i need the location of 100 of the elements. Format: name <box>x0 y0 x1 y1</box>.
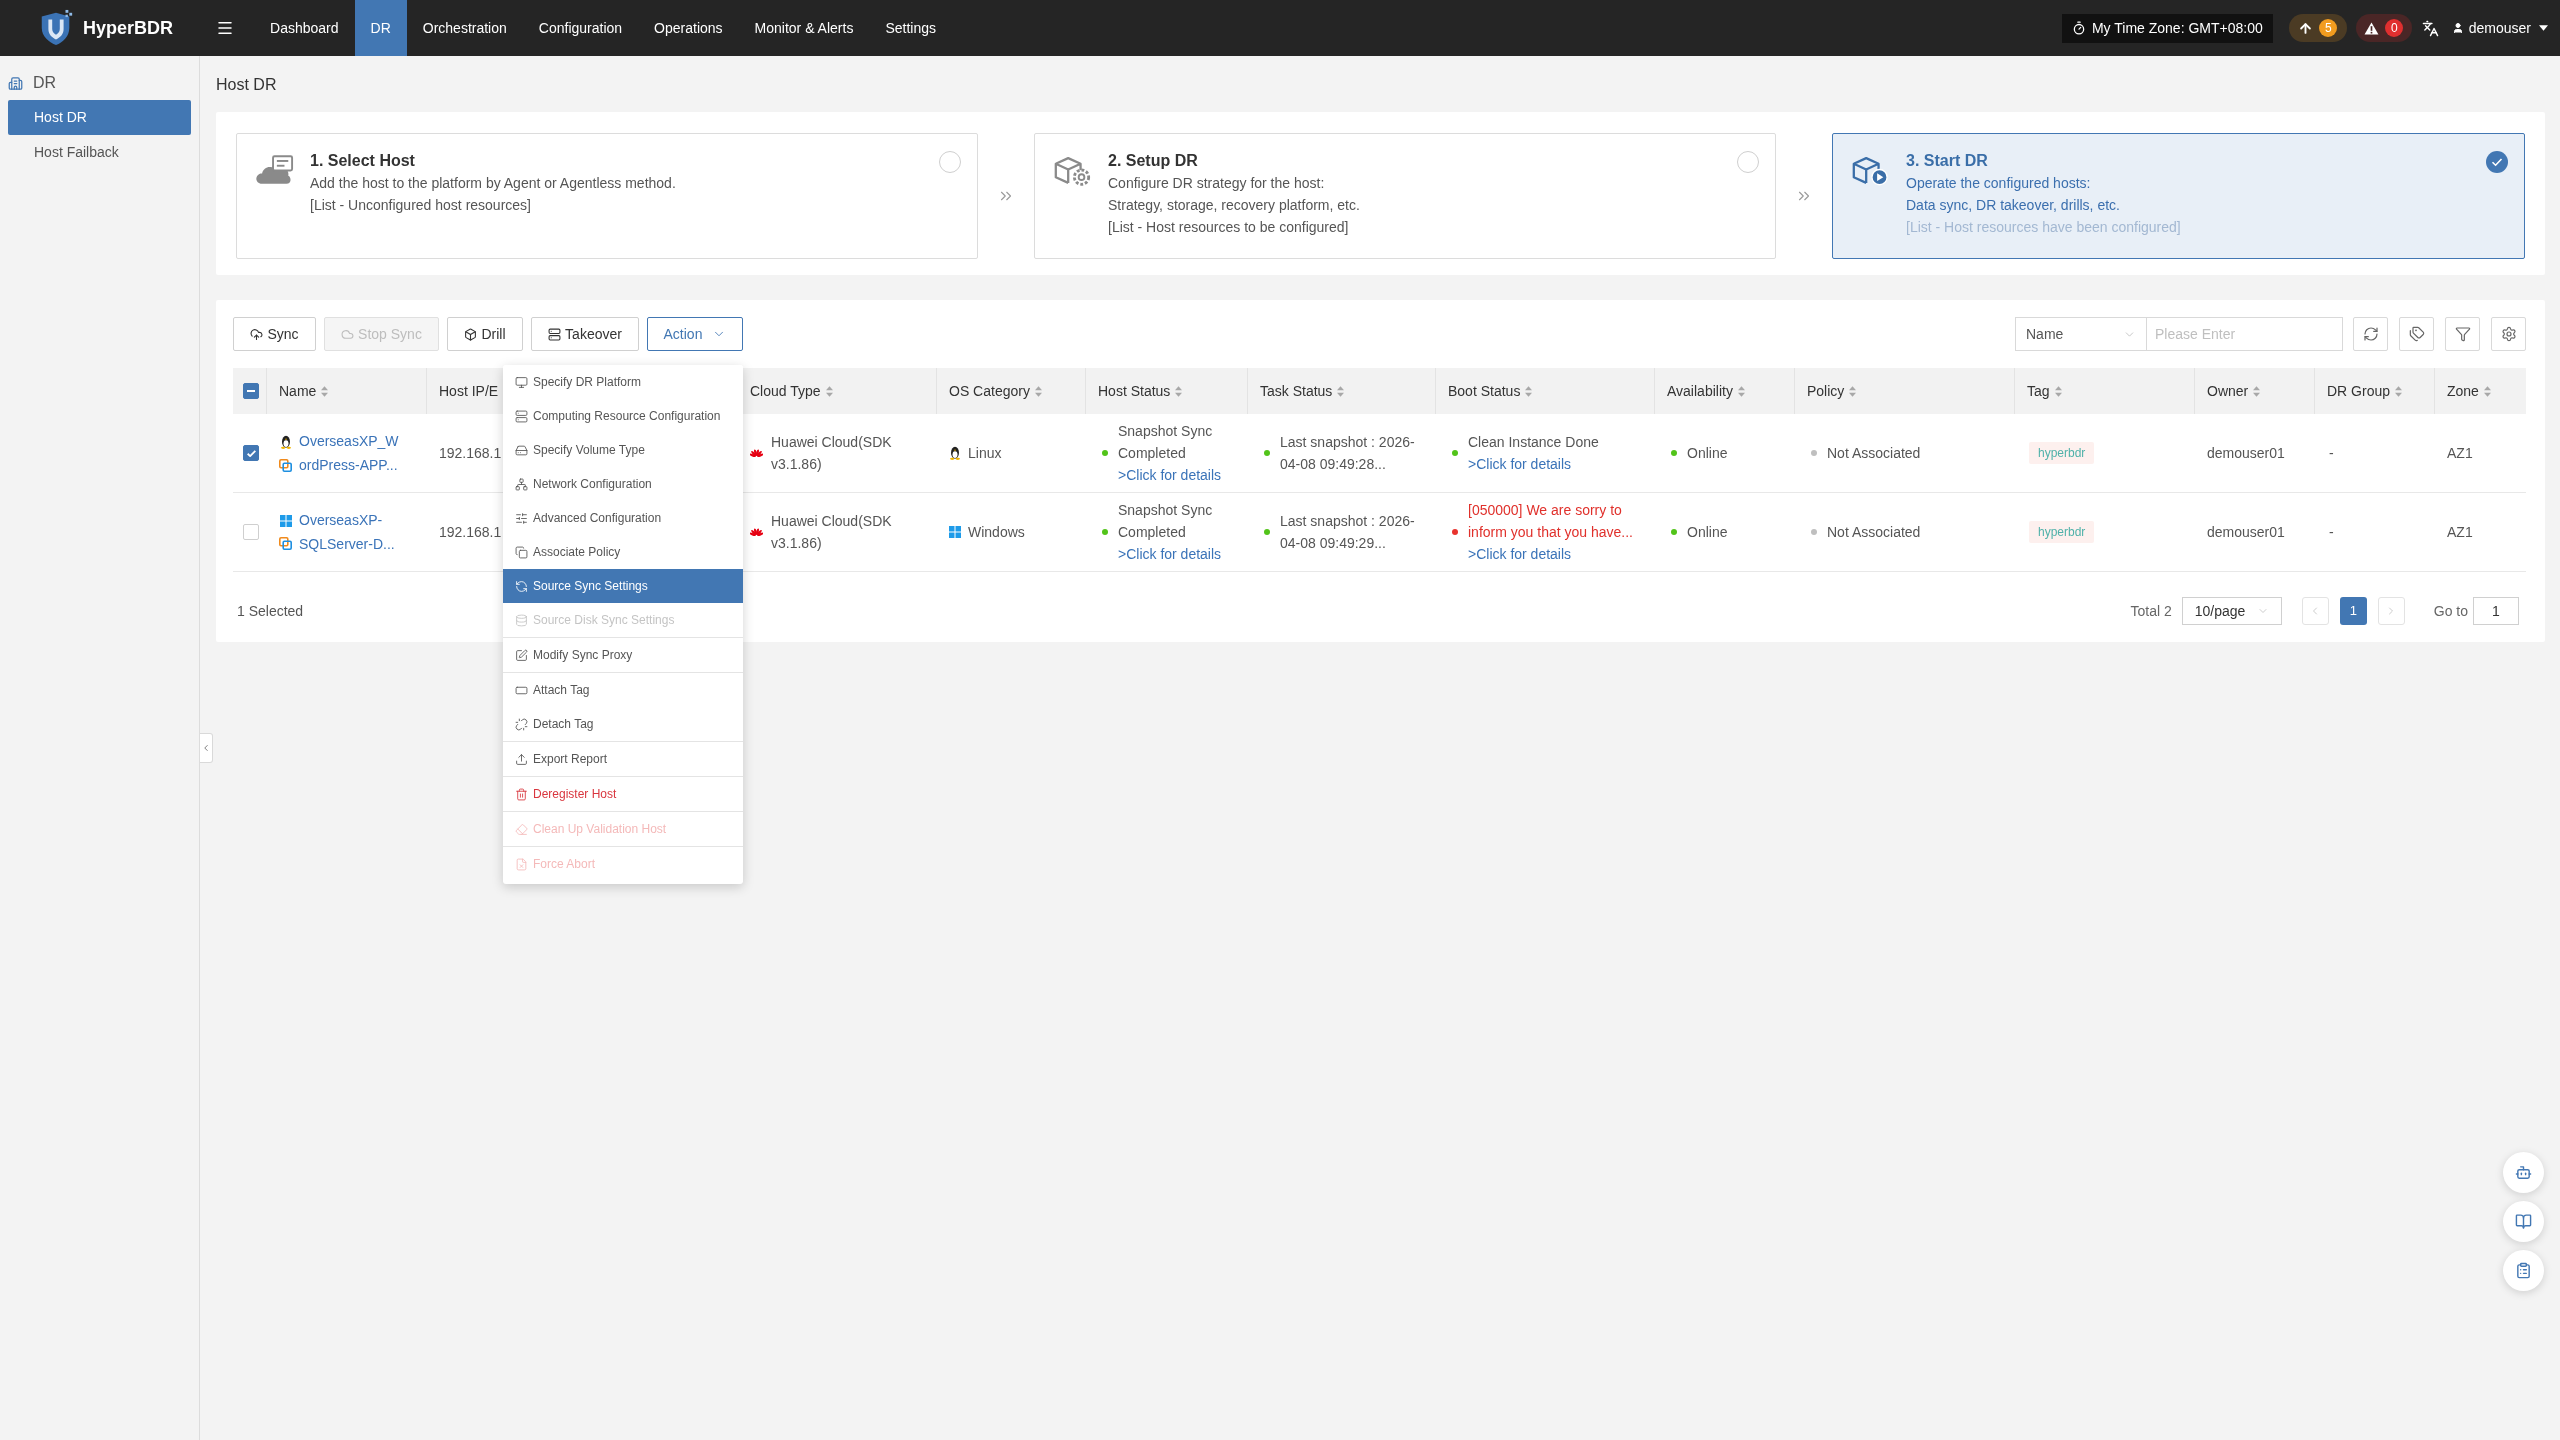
penguin-icon <box>949 446 961 460</box>
column-header[interactable]: Host IP/E <box>439 380 499 402</box>
petal-logo-icon <box>750 448 763 458</box>
filter-button[interactable] <box>2445 317 2480 351</box>
menu-item[interactable]: Modify Sync Proxy <box>503 638 743 672</box>
refresh-button[interactable] <box>2353 317 2388 351</box>
menu-item[interactable]: Computing Resource Configuration <box>503 399 743 433</box>
sidebar-item[interactable]: Host DR <box>8 100 191 135</box>
status-text: Snapshot Sync Completed <box>1118 422 1214 463</box>
step-note: [List - Host resources to be configured] <box>1108 218 1350 237</box>
refresh-icon <box>2362 326 2379 342</box>
cloud-icon <box>341 327 355 341</box>
nav-tab[interactable]: DR <box>354 0 407 56</box>
cloud-type-text: Huawei Cloud(SDK v3.1.86) <box>771 512 892 553</box>
box-gear-icon <box>1052 154 1092 187</box>
step-card[interactable]: 1. Select Host Add the host to the platform by Agent or Agentless method. [List - Unconfigured host resources] <box>236 133 978 259</box>
menu-item[interactable]: Specify DR Platform <box>503 365 743 399</box>
toolbar-button[interactable]: Drill <box>447 317 523 351</box>
menu-item[interactable]: Export Report <box>503 742 743 776</box>
menu-item[interactable]: Advanced Configuration <box>503 501 743 535</box>
caret-down-icon <box>2539 25 2548 31</box>
box-icon <box>464 327 478 341</box>
unlink-icon <box>515 717 528 731</box>
tag-chip: hyperbdr <box>2029 521 2095 543</box>
copy-icon <box>515 545 528 559</box>
details-link[interactable]: >Click for details <box>1118 543 1222 565</box>
settings-button[interactable] <box>2491 317 2526 351</box>
column-header[interactable]: Cloud Type <box>750 380 833 402</box>
menu-item[interactable]: Specify Volume Type <box>503 433 743 467</box>
warning-icon <box>2364 21 2380 35</box>
petal-logo-icon <box>750 527 763 537</box>
clipboard-button[interactable] <box>2503 1250 2544 1291</box>
details-link[interactable]: >Click for details <box>1468 543 1633 565</box>
nav-tab[interactable]: Monitor & Alerts <box>738 0 870 56</box>
action-button[interactable]: Action <box>647 317 743 351</box>
database-icon <box>515 613 528 627</box>
column-header[interactable]: Zone <box>2447 380 2491 402</box>
column-header[interactable]: Name <box>279 380 329 402</box>
menu-item[interactable]: Deregister Host <box>503 777 743 811</box>
menu-item[interactable]: Associate Policy <box>503 535 743 569</box>
page-size-select[interactable]: 10/page <box>2181 597 2282 625</box>
toolbar-button[interactable]: Takeover <box>531 317 639 351</box>
column-header[interactable]: Host Status <box>1098 380 1183 402</box>
host-name-link[interactable]: OverseasXP- SQLServer-D... <box>299 508 395 556</box>
status-text: Snapshot Sync Completed <box>1118 501 1214 542</box>
menu-item[interactable]: Detach Tag <box>503 707 743 741</box>
column-header[interactable]: Tag <box>2027 380 2062 402</box>
column-header[interactable]: Task Status <box>1260 380 1345 402</box>
box-play-icon <box>1850 154 1890 187</box>
step-card[interactable]: 3. Start DR Operate the configured hosts: Data sync, DR takeover, drills, etc. [List - Host resources have been configured] <box>1832 133 2525 259</box>
windows-logo-icon <box>949 526 961 538</box>
sidebar-item[interactable]: Host Failback <box>8 135 191 170</box>
step-description: Configure DR strategy for the host: Strategy, storage, recovery platform, etc. <box>1108 174 1360 215</box>
menu-item[interactable]: Network Configuration <box>503 467 743 501</box>
count-badge: 0 <box>2385 19 2404 37</box>
nav-tab[interactable]: Configuration <box>522 0 639 56</box>
arrow-up-icon <box>2298 20 2314 36</box>
nav-tab[interactable]: Settings <box>869 0 952 56</box>
toolbar-button[interactable]: Sync <box>233 317 316 351</box>
column-header[interactable]: Owner <box>2207 380 2261 402</box>
checkbox[interactable] <box>243 445 259 461</box>
page-button[interactable]: 1 <box>2339 597 2367 625</box>
step-card[interactable]: 2. Setup DR Configure DR strategy for the host: Strategy, storage, recovery platform, etc. [List - Host resources to be configured] <box>1034 133 1776 259</box>
field-select[interactable]: Name <box>2015 317 2147 351</box>
nav-tab[interactable]: Operations <box>638 0 739 56</box>
alert-button[interactable]: 0 <box>2355 14 2412 42</box>
nav-tab[interactable]: Dashboard <box>254 0 355 56</box>
page-number-input[interactable]: 1 <box>2473 597 2519 625</box>
sort-icon <box>2395 385 2403 397</box>
column-header[interactable]: Availability <box>1667 380 1745 402</box>
windows-logo-icon <box>279 514 292 527</box>
nav-tab[interactable]: Orchestration <box>406 0 523 56</box>
book-button[interactable] <box>2503 1201 2544 1242</box>
tags-button[interactable] <box>2399 317 2434 351</box>
overlapping-squares-icon <box>279 458 292 472</box>
menu-item[interactable]: Attach Tag <box>503 673 743 707</box>
table-cell-text: demouser01 <box>2207 443 2285 463</box>
translate-icon[interactable] <box>2421 19 2439 37</box>
time-zone-button[interactable]: My Time Zone: GMT+08:00 <box>2061 13 2273 43</box>
column-header[interactable]: OS Category <box>949 380 1042 402</box>
tag-chip: hyperbdr <box>2029 442 2095 464</box>
checkbox[interactable] <box>243 383 259 399</box>
table-cell-text: AZ1 <box>2447 522 2473 542</box>
host-name-link[interactable]: OverseasXP_W ordPress-APP... <box>299 429 399 477</box>
search-field[interactable]: Please Enter <box>2147 317 2343 351</box>
column-header[interactable]: DR Group <box>2327 380 2403 402</box>
user-menu-button[interactable]: demouser <box>2451 17 2548 39</box>
tags-icon <box>2408 326 2425 342</box>
os-label: Windows <box>968 522 1025 542</box>
checkmark-icon <box>246 449 256 457</box>
column-header[interactable]: Policy <box>1807 380 1857 402</box>
menu-button[interactable] <box>216 19 235 37</box>
server-icon <box>515 409 528 423</box>
sort-icon <box>321 385 329 397</box>
details-link[interactable]: >Click for details <box>1118 464 1222 486</box>
step-title: 1. Select Host <box>310 151 416 171</box>
robot-button[interactable] <box>2503 1152 2544 1193</box>
details-link[interactable]: >Click for details <box>1468 453 1599 475</box>
column-header[interactable]: Boot Status <box>1448 380 1533 402</box>
menu-icon <box>216 19 235 37</box>
